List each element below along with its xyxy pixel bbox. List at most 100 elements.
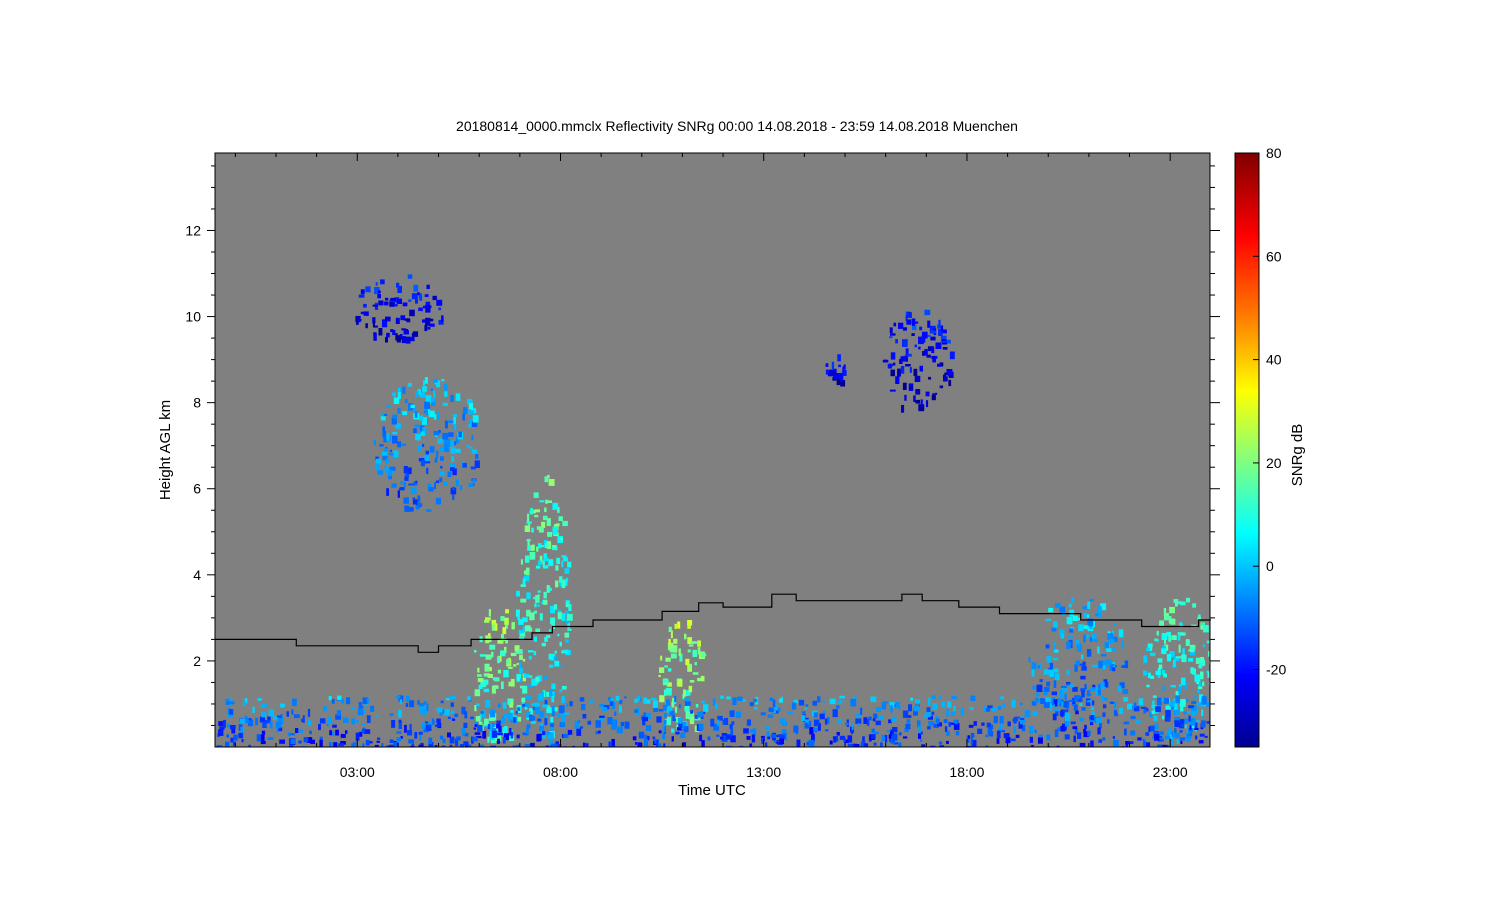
echo-cell [885, 735, 888, 743]
echo-cell [242, 701, 247, 706]
echo-cell [1162, 685, 1165, 692]
echo-cell [847, 735, 853, 743]
echo-cell [1161, 648, 1167, 655]
echo-cell [1024, 710, 1031, 718]
echo-cell [766, 725, 770, 731]
echo-cell [309, 730, 312, 735]
echo-cell [921, 744, 926, 747]
echo-cell [1157, 744, 1164, 747]
echo-cell [479, 744, 485, 747]
echo-cell [432, 295, 437, 301]
echo-cell [546, 707, 552, 714]
echo-cell [290, 733, 295, 736]
echo-cell [327, 716, 333, 725]
echo-cell [607, 717, 613, 725]
echo-cell [1043, 701, 1050, 708]
echo-cell [396, 282, 400, 288]
echo-cell [226, 734, 229, 738]
echo-cell [484, 663, 490, 672]
echo-cell [1163, 673, 1167, 678]
echo-cell [366, 698, 369, 704]
echo-cell [1142, 740, 1146, 747]
echo-cell [930, 336, 936, 341]
echo-cell [1074, 617, 1081, 621]
echo-cell [533, 636, 537, 642]
echo-cell [385, 337, 388, 343]
echo-cell [553, 604, 558, 610]
echo-cell [537, 594, 540, 600]
echo-cell [843, 364, 846, 370]
echo-cell [395, 317, 400, 324]
echo-cell [668, 638, 671, 644]
echo-cell [386, 433, 389, 439]
echo-cell [656, 716, 662, 723]
echo-cell [397, 490, 400, 498]
echo-cell [478, 685, 483, 689]
echo-cell [1175, 656, 1182, 659]
echo-cell [387, 469, 393, 476]
echo-cell [1063, 701, 1067, 708]
echo-cell [751, 734, 756, 743]
echo-cell [425, 450, 429, 455]
echo-cell [403, 482, 406, 487]
echo-cell [715, 703, 719, 710]
echo-cell [261, 712, 267, 718]
echo-cell [489, 709, 496, 718]
echo-cell [345, 730, 348, 734]
echo-cell [905, 364, 911, 367]
echo-cell [1070, 721, 1076, 725]
echo-cell [500, 717, 505, 724]
echo-cell [1067, 683, 1070, 686]
echo-cell [987, 705, 993, 709]
echo-cell [1121, 665, 1125, 668]
echo-cell [463, 741, 469, 746]
echo-cell [1127, 703, 1133, 710]
echo-cell [663, 689, 667, 696]
echo-cell [888, 363, 893, 367]
echo-cell [549, 689, 553, 697]
echo-cell [489, 723, 492, 731]
echo-cell [946, 708, 949, 717]
echo-cell [595, 730, 599, 735]
echo-cell [944, 372, 947, 375]
echo-cell [1179, 719, 1184, 724]
echo-cell [256, 734, 261, 742]
echo-cell [1053, 680, 1057, 688]
echo-cell [1100, 681, 1105, 688]
echo-cell [875, 720, 881, 726]
x-tick-label: 08:00 [543, 764, 578, 780]
echo-cell [561, 696, 565, 704]
echo-cell [535, 676, 540, 682]
echo-cell [1192, 668, 1196, 675]
echo-cell [1068, 603, 1072, 608]
echo-cell [533, 596, 536, 600]
echo-cell [479, 721, 483, 725]
echo-cell [694, 662, 697, 666]
echo-cell [804, 722, 809, 729]
echo-cell [358, 319, 362, 322]
echo-cell [455, 448, 461, 453]
echo-cell [425, 304, 431, 313]
echo-cell [470, 466, 476, 470]
echo-cell [634, 698, 638, 703]
echo-cell [1201, 696, 1207, 705]
echo-cell [531, 527, 534, 533]
echo-cell [417, 700, 420, 705]
echo-cell [440, 465, 443, 469]
echo-cell [703, 704, 709, 713]
echo-cell [438, 307, 442, 311]
echo-cell [442, 402, 448, 406]
echo-cell [824, 718, 828, 725]
echo-cell [415, 434, 421, 441]
echo-cell [1013, 726, 1017, 734]
echo-cell [239, 718, 246, 724]
echo-cell [949, 351, 955, 360]
echo-cell [900, 366, 905, 374]
echo-cell [280, 703, 285, 708]
echo-cell [1097, 606, 1102, 614]
echo-cell [1119, 707, 1123, 715]
echo-cell [435, 480, 440, 484]
echo-cell [1087, 730, 1091, 737]
echo-cell [497, 640, 504, 643]
echo-cell [891, 716, 897, 723]
